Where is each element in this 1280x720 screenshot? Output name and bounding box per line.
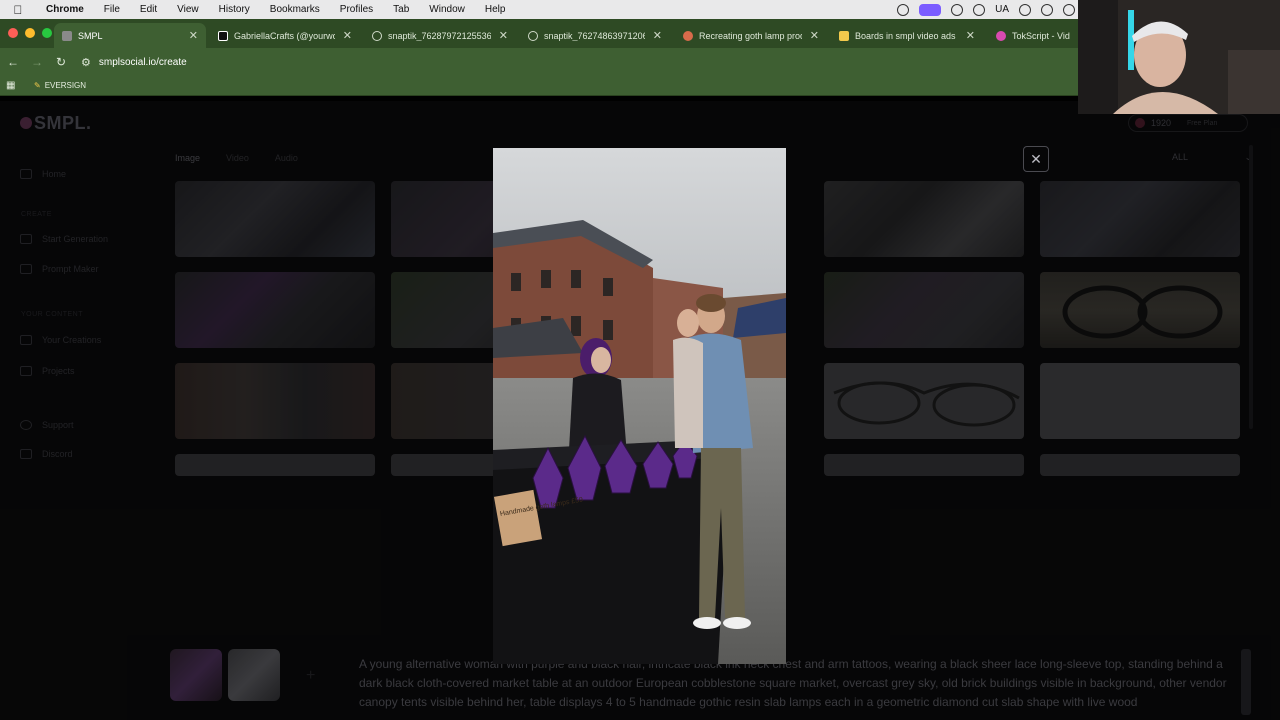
tiktok-favicon-icon bbox=[218, 30, 228, 41]
webcam-overlay bbox=[1078, 0, 1280, 114]
smpl-favicon-icon bbox=[62, 30, 72, 41]
menu-file[interactable]: File bbox=[94, 4, 130, 15]
tab-tokscript[interactable]: TokScript - Video bbox=[988, 23, 1078, 48]
tab-label: SMPL bbox=[78, 30, 103, 41]
tab-label: snaptik_762879721255366 bbox=[388, 30, 491, 41]
menu-profiles[interactable]: Profiles bbox=[330, 4, 383, 15]
smpl-app: SMPL. Home CREATE Start Generation Promp… bbox=[0, 101, 1280, 720]
status-area: UA bbox=[897, 0, 1075, 19]
webcam-feed bbox=[1078, 0, 1280, 114]
bookmark-label: EVERSIGN bbox=[44, 81, 87, 90]
omnibox[interactable]: ⚙ smplsocial.io/create bbox=[81, 56, 187, 69]
input-source-label[interactable]: UA bbox=[995, 4, 1009, 15]
menu-history[interactable]: History bbox=[209, 4, 260, 15]
market-scene: Handmade goth lamps £59 bbox=[493, 148, 786, 664]
tab-label: Recreating goth lamp produc bbox=[699, 30, 802, 41]
play-icon[interactable] bbox=[1063, 3, 1075, 16]
url-text[interactable]: smplsocial.io/create bbox=[99, 57, 187, 68]
close-window-button[interactable] bbox=[8, 28, 18, 38]
close-icon: ✕ bbox=[1030, 150, 1042, 167]
tab-recreating-goth-lamp[interactable]: Recreating goth lamp produc ✕ bbox=[675, 23, 827, 48]
back-arrow-icon[interactable]: ← bbox=[1, 55, 25, 69]
close-tab-icon[interactable]: ✕ bbox=[189, 29, 198, 42]
status-icon[interactable] bbox=[897, 3, 910, 16]
claude-favicon-icon bbox=[683, 30, 693, 41]
minimize-window-button[interactable] bbox=[25, 28, 35, 38]
tokscript-favicon-icon bbox=[996, 30, 1006, 41]
close-tab-icon[interactable]: ✕ bbox=[966, 29, 975, 42]
eversign-icon: ✎ bbox=[34, 81, 41, 90]
menu-chrome[interactable]: Chrome bbox=[36, 4, 94, 15]
apps-grid-icon[interactable]: ▦ bbox=[6, 80, 16, 91]
menu-bookmarks[interactable]: Bookmarks bbox=[260, 4, 330, 15]
site-settings-icon[interactable]: ⚙ bbox=[81, 56, 91, 69]
boards-favicon-icon bbox=[839, 30, 849, 41]
tab-gabriellacrafts[interactable]: GabriellaCrafts (@yourwood ✕ bbox=[210, 23, 360, 48]
close-tab-icon[interactable]: ✕ bbox=[499, 29, 508, 42]
tab-smpl[interactable]: SMPL ✕ bbox=[54, 23, 206, 48]
preview-image: Handmade goth lamps £59 bbox=[493, 148, 786, 664]
tab-snaptik-1[interactable]: snaptik_762879721255366 ✕ bbox=[364, 23, 516, 48]
user-icon[interactable] bbox=[1041, 3, 1053, 16]
camera-icon[interactable] bbox=[951, 3, 964, 16]
tab-label: snaptik_762748639712069 bbox=[544, 30, 645, 41]
close-modal-button[interactable]: ✕ bbox=[1023, 146, 1049, 172]
window-controls bbox=[8, 28, 52, 38]
close-tab-icon[interactable]: ✕ bbox=[810, 29, 819, 42]
extension-icon[interactable] bbox=[973, 3, 986, 16]
screen-record-icon[interactable] bbox=[919, 3, 942, 16]
menu-edit[interactable]: Edit bbox=[130, 4, 167, 15]
menu-window[interactable]: Window bbox=[419, 4, 475, 15]
tab-boards[interactable]: Boards in smpl video ads Te ✕ bbox=[831, 23, 983, 48]
close-tab-icon[interactable]: ✕ bbox=[343, 29, 352, 42]
apple-icon[interactable]:  bbox=[0, 3, 36, 17]
tab-label: TokScript - Video bbox=[1012, 30, 1070, 41]
globe-icon bbox=[528, 30, 538, 41]
menu-help[interactable]: Help bbox=[475, 4, 516, 15]
menu-view[interactable]: View bbox=[167, 4, 209, 15]
tab-label: GabriellaCrafts (@yourwood bbox=[234, 30, 335, 41]
bookmark-eversign[interactable]: ✎ EVERSIGN bbox=[34, 81, 86, 90]
reload-icon[interactable]: ↻ bbox=[49, 55, 73, 69]
tab-snaptik-2[interactable]: snaptik_762748639712069 ✕ bbox=[520, 23, 670, 48]
zoom-window-button[interactable] bbox=[42, 28, 52, 38]
control-center-icon[interactable] bbox=[1019, 3, 1031, 16]
menu-tab[interactable]: Tab bbox=[383, 4, 419, 15]
tab-label: Boards in smpl video ads Te bbox=[855, 30, 958, 41]
forward-arrow-icon[interactable]: → bbox=[25, 55, 49, 69]
close-tab-icon[interactable]: ✕ bbox=[653, 29, 662, 42]
globe-icon bbox=[372, 30, 382, 41]
